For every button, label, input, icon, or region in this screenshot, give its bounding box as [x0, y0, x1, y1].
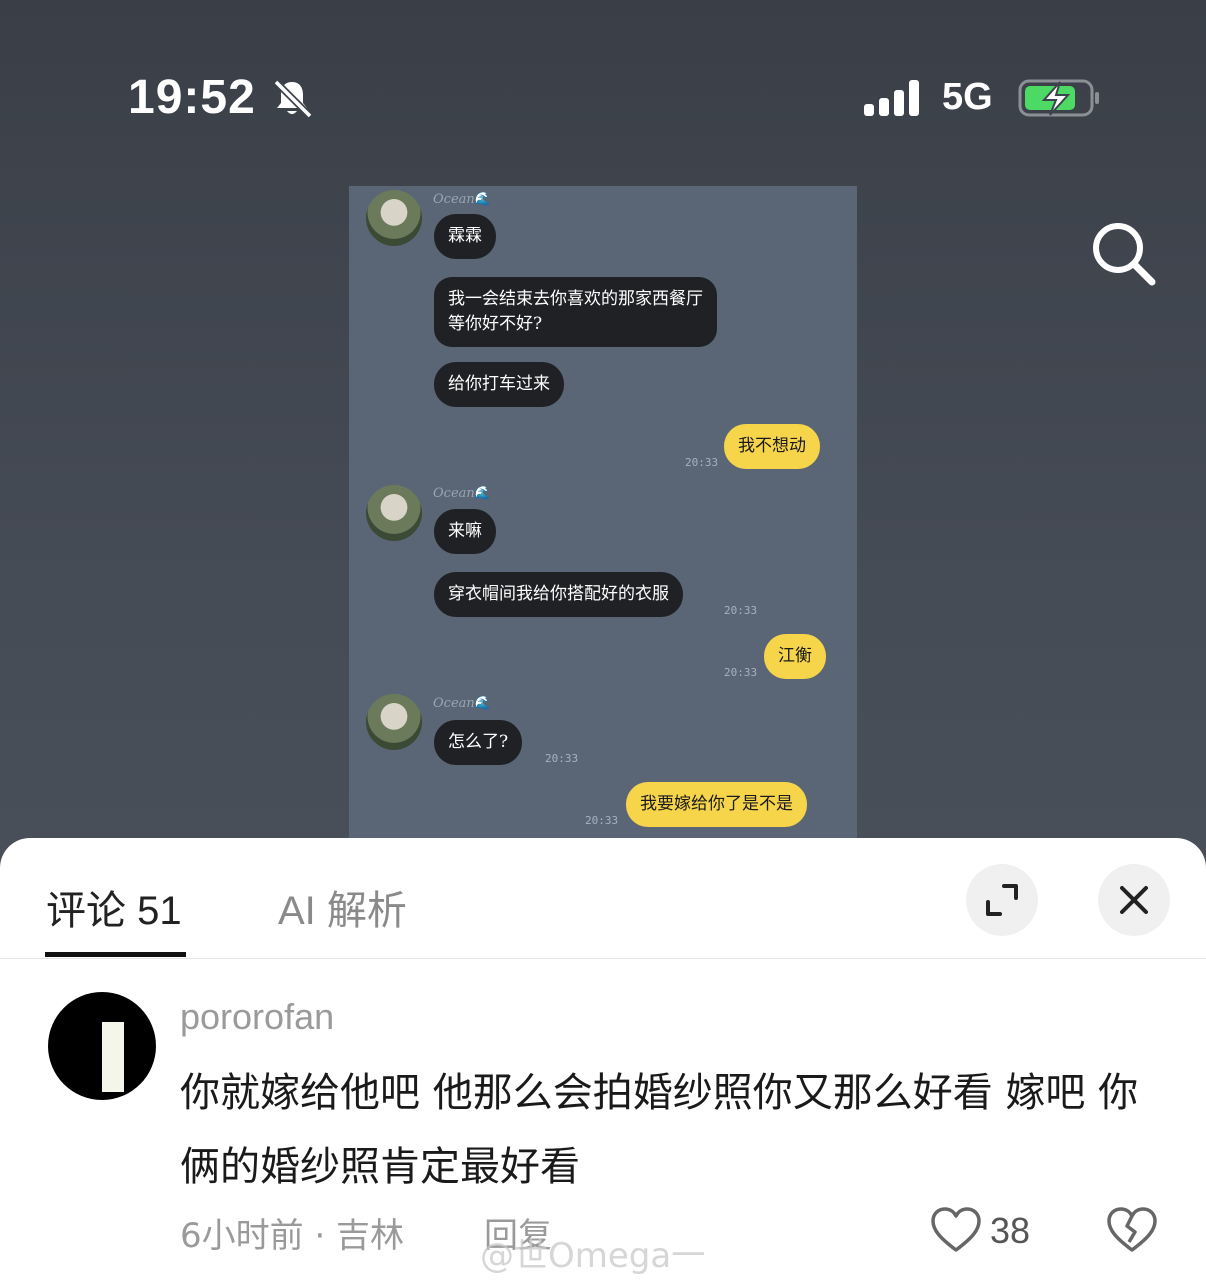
sender-name: Ocean🌊 [433, 192, 491, 207]
chat-bubble: 给你打车过来 [434, 362, 564, 407]
sender-avatar [366, 485, 422, 541]
search-icon [1093, 223, 1156, 286]
comment-text: 你就嫁给他吧 他那么会拍婚纱照你又那么好看 嫁吧 你俩的婚纱照肯定最好看 [180, 1070, 1139, 1190]
timestamp: 20:33 [724, 604, 758, 617]
chat-bubble: 怎么了? [434, 720, 523, 765]
dislike-button[interactable] [1106, 1206, 1158, 1258]
sender-name: Ocean🌊 [433, 696, 491, 711]
expand-icon [986, 884, 1018, 916]
chat-bubble: 来嘛 [434, 509, 496, 554]
watermark: @世Omega一 [480, 1236, 706, 1276]
like-button[interactable] [930, 1206, 982, 1258]
bell-muted-icon [270, 76, 314, 124]
tab-comments[interactable]: 评论 51 [46, 878, 182, 936]
comment-username[interactable]: pororofan [180, 996, 334, 1038]
close-button[interactable] [1098, 864, 1170, 936]
broken-heart-icon [1107, 1207, 1157, 1252]
close-icon [1120, 886, 1148, 914]
sender-name: Ocean🌊 [433, 486, 491, 501]
timestamp: 20:33 [585, 814, 619, 827]
chat-bubble-self: 江衡 [764, 634, 826, 679]
expand-button[interactable] [966, 864, 1038, 936]
timestamp: 20:33 [685, 456, 719, 469]
timestamp: 20:33 [724, 666, 758, 679]
network-type: 5G [942, 76, 993, 118]
heart-icon [931, 1207, 981, 1252]
comments-panel: 评论 51 AI 解析 pororofan 你就嫁给他吧 他那么会拍婚纱照你又那… [0, 838, 1206, 1284]
timestamp: 20:33 [545, 752, 579, 765]
battery-charging-icon [1018, 78, 1102, 122]
search-button[interactable] [1088, 218, 1160, 290]
divider [0, 958, 1206, 959]
sender-avatar [366, 694, 422, 750]
commenter-avatar[interactable] [48, 992, 156, 1100]
chat-bubble-self: 我要嫁给你了是不是 [626, 782, 807, 827]
chat-screenshot: Ocean🌊 霖霖 我一会结束去你喜欢的那家西餐厅 等你好不好? 给你打车过来 … [349, 186, 857, 840]
signal-icon [862, 78, 926, 122]
status-time: 19:52 [128, 71, 256, 124]
chat-bubble: 霖霖 [434, 214, 496, 259]
active-tab-indicator [45, 952, 186, 957]
chat-bubble: 穿衣帽间我给你搭配好的衣服 [434, 572, 683, 617]
sender-avatar [366, 190, 422, 246]
like-count: 38 [990, 1210, 1031, 1251]
chat-bubble: 我一会结束去你喜欢的那家西餐厅 等你好不好? [434, 277, 717, 347]
comment-meta: 6小时前 · 吉林 [180, 1216, 405, 1256]
tab-ai-analysis[interactable]: AI 解析 [278, 878, 407, 936]
chat-bubble-self: 我不想动 [724, 424, 820, 469]
